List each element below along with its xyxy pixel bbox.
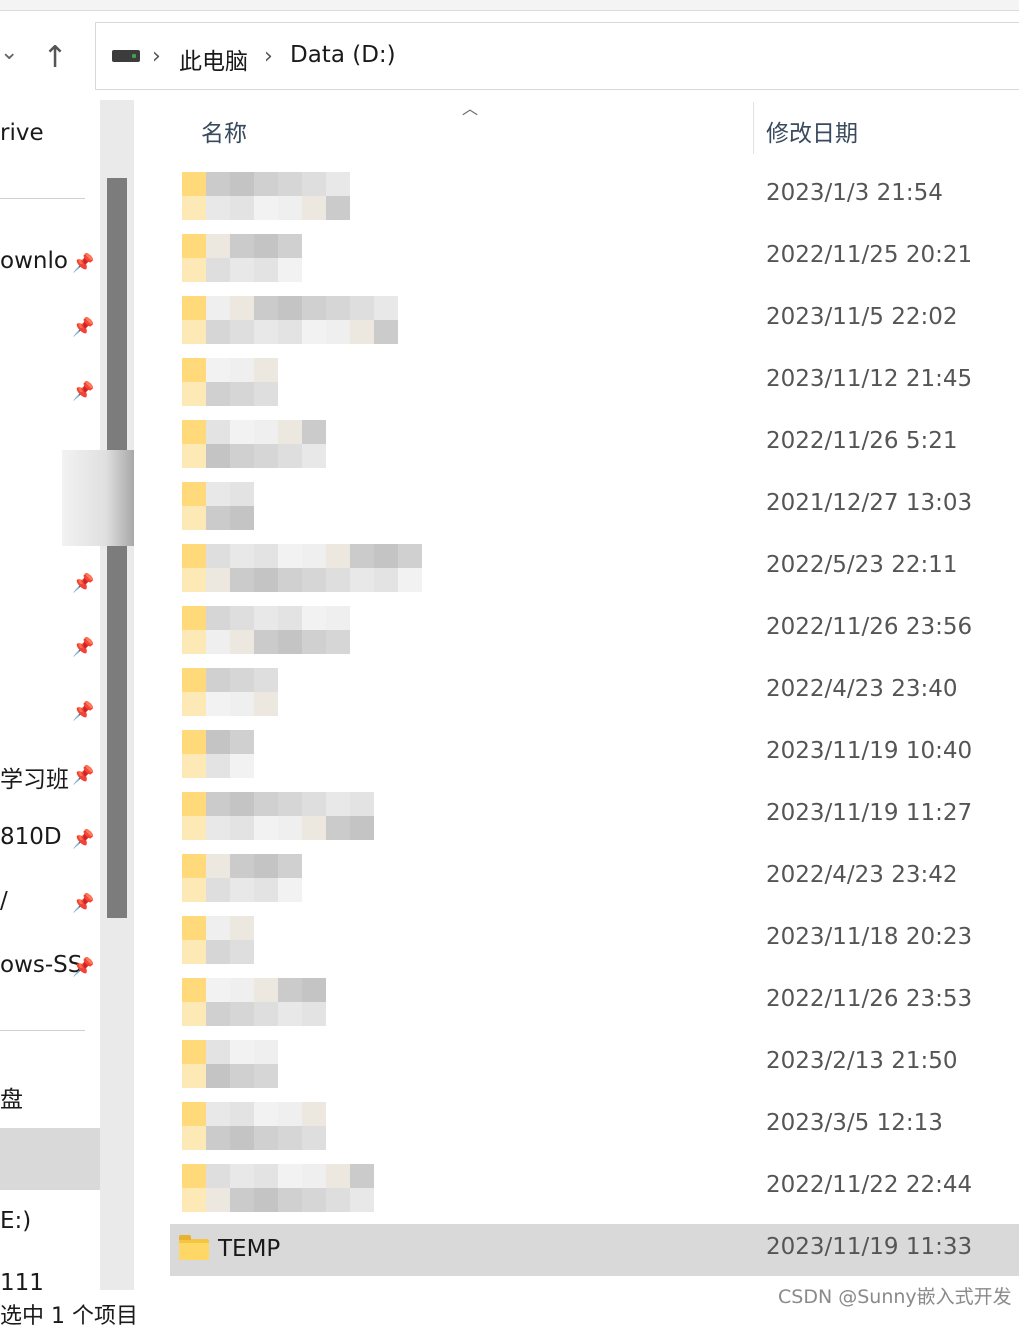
pin-icon: 📌 <box>72 573 95 594</box>
sidebar-item-label[interactable]: 111 <box>0 1270 44 1296</box>
file-modified-date: 2023/11/19 10:40 <box>766 738 973 764</box>
pin-icon: 📌 <box>72 893 95 914</box>
file-modified-date: 2022/11/26 23:53 <box>766 986 973 1012</box>
file-modified-date: 2022/11/25 20:21 <box>766 242 973 268</box>
blurred-region <box>62 450 134 546</box>
sort-ascending-icon: ︿ <box>462 99 479 118</box>
sidebar-divider <box>0 1030 85 1031</box>
file-modified-date: 2022/5/23 22:11 <box>766 552 958 578</box>
file-name[interactable]: TEMP <box>218 1236 280 1262</box>
file-row[interactable]: 2023/11/19 11:27 <box>170 790 1019 842</box>
sidebar-item-label[interactable]: ownlo <box>0 248 68 274</box>
sidebar-item-label[interactable]: rive <box>0 120 44 146</box>
drive-icon <box>112 50 140 62</box>
file-row[interactable]: TEMP 2023/11/19 11:33 <box>170 1224 1019 1276</box>
sidebar-item-label[interactable]: 810D <box>0 824 62 850</box>
sidebar-item-label[interactable]: 学习班 <box>0 760 69 794</box>
sidebar-item-label[interactable]: / <box>0 888 8 914</box>
file-modified-date: 2023/11/18 20:23 <box>766 924 973 950</box>
file-modified-date: 2021/12/27 13:03 <box>766 490 973 516</box>
sidebar-item-label[interactable]: ows-SS <box>0 952 82 978</box>
file-row[interactable]: 2023/1/3 21:54 <box>170 170 1019 222</box>
window-top-edge <box>0 0 1019 11</box>
file-row[interactable]: 2022/4/23 23:40 <box>170 666 1019 718</box>
breadcrumb-item[interactable]: Data (D:) <box>290 42 396 68</box>
sidebar-divider <box>0 198 85 199</box>
file-modified-date: 2022/4/23 23:40 <box>766 676 958 702</box>
sidebar-item-label[interactable]: 盘 <box>0 1080 23 1114</box>
pin-icon: 📌 <box>72 765 95 786</box>
pin-icon: 📌 <box>72 381 95 402</box>
file-modified-date: 2023/2/13 21:50 <box>766 1048 958 1074</box>
column-header-name[interactable]: 名称 <box>201 114 247 148</box>
pin-icon: 📌 <box>72 829 95 850</box>
file-modified-date: 2022/4/23 23:42 <box>766 862 958 888</box>
file-row[interactable]: 2022/11/26 5:21 <box>170 418 1019 470</box>
file-row[interactable]: 2023/11/5 22:02 <box>170 294 1019 346</box>
pin-icon: 📌 <box>72 253 95 274</box>
chevron-right-icon[interactable]: › <box>152 44 161 69</box>
sidebar-item-label[interactable]: E:) <box>0 1208 31 1234</box>
file-row[interactable]: 2022/11/22 22:44 <box>170 1162 1019 1214</box>
breadcrumb-item[interactable]: 此电脑 <box>179 42 248 76</box>
back-chevron-icon[interactable]: ⌄ <box>0 40 18 65</box>
file-row[interactable]: 2023/11/12 21:45 <box>170 356 1019 408</box>
file-modified-date: 2023/11/5 22:02 <box>766 304 958 330</box>
chevron-right-icon[interactable]: › <box>264 44 273 69</box>
file-modified-date: 2023/11/12 21:45 <box>766 366 973 392</box>
column-header-modified[interactable]: 修改日期 <box>766 114 858 148</box>
file-row[interactable]: 2022/11/26 23:56 <box>170 604 1019 656</box>
file-row[interactable]: 2022/5/23 22:11 <box>170 542 1019 594</box>
pin-icon: 📌 <box>72 317 95 338</box>
status-bar-text: 选中 1 个项目 <box>0 1304 138 1329</box>
file-row[interactable]: 2023/11/18 20:23 <box>170 914 1019 966</box>
pin-icon: 📌 <box>72 957 95 978</box>
up-arrow-icon[interactable]: ↑ <box>40 40 70 76</box>
file-row[interactable]: 2023/3/5 12:13 <box>170 1100 1019 1152</box>
file-row[interactable]: 2022/11/26 23:53 <box>170 976 1019 1028</box>
file-row[interactable]: 2023/11/19 10:40 <box>170 728 1019 780</box>
file-modified-date: 2023/1/3 21:54 <box>766 180 943 206</box>
file-row[interactable]: 2022/4/23 23:42 <box>170 852 1019 904</box>
sidebar-scrollbar-thumb[interactable] <box>107 178 127 918</box>
column-divider[interactable] <box>753 102 754 154</box>
file-modified-date: 2023/11/19 11:27 <box>766 800 973 826</box>
file-modified-date: 2022/11/26 5:21 <box>766 428 958 454</box>
sidebar-selected-item[interactable] <box>0 1128 100 1190</box>
pin-icon: 📌 <box>72 701 95 722</box>
folder-icon <box>179 1235 209 1260</box>
file-modified-date: 2023/11/19 11:33 <box>766 1234 973 1260</box>
file-modified-date: 2022/11/22 22:44 <box>766 1172 973 1198</box>
file-row[interactable]: 2023/2/13 21:50 <box>170 1038 1019 1090</box>
file-modified-date: 2022/11/26 23:56 <box>766 614 973 640</box>
pin-icon: 📌 <box>72 637 95 658</box>
file-row[interactable]: 2021/12/27 13:03 <box>170 480 1019 532</box>
file-row[interactable]: 2022/11/25 20:21 <box>170 232 1019 284</box>
file-modified-date: 2023/3/5 12:13 <box>766 1110 943 1136</box>
watermark: CSDN @Sunny嵌入式开发 <box>778 1286 1012 1308</box>
